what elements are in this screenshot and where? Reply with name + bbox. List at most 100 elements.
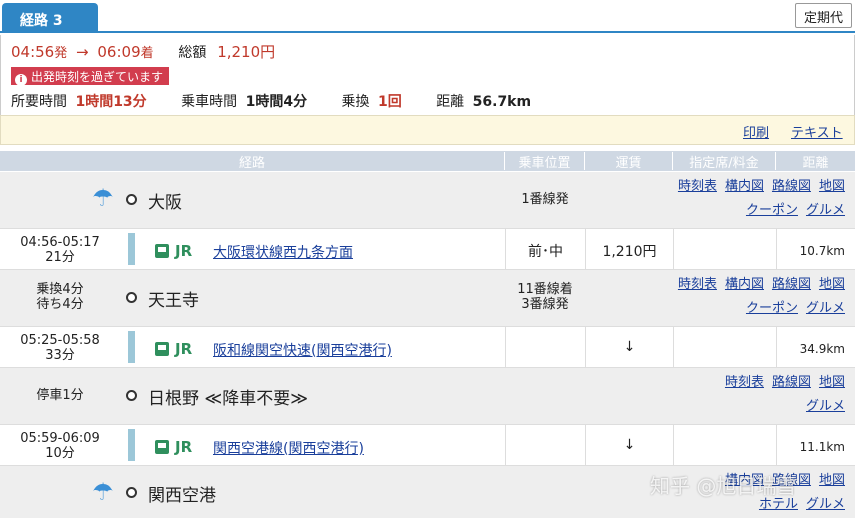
text-link[interactable]: テキスト (791, 122, 843, 141)
distance-label: 距離 (436, 94, 465, 110)
station-row: 停車1分 日根野 ≪降車不要≫ 時刻表 路線図 地図 グルメ (0, 368, 855, 424)
train-icon (155, 244, 169, 258)
link-gourmet[interactable]: グルメ (806, 399, 845, 414)
reserved-fee (673, 229, 776, 269)
station-name: 天王寺 (148, 291, 199, 311)
watermark: 知乎 @旭日瑞雪 (650, 474, 797, 498)
segment-distance: 34.9km (799, 342, 845, 356)
station-links: 時刻表 構内図 路線図 地図 クーポン グルメ (615, 175, 845, 223)
station-row: ☂ 大阪 1番線発 時刻表 構内図 路線図 地図 クーポン グルメ (0, 172, 855, 228)
station-marker (126, 487, 137, 498)
line-bar (128, 233, 135, 265)
tab-bar: 経路 3 定期代 (0, 0, 855, 33)
station-name: 日根野 ≪降車不要≫ (148, 389, 308, 409)
segment-row: 05:59-06:09 10分 JR 関西空港線(関西空港行) ↓ 11.1km (0, 424, 855, 466)
link-map[interactable]: 地図 (819, 277, 845, 292)
time-summary: 04:56発 → 06:09着 総額 1,210円 (11, 41, 275, 62)
total-label: 総額 (178, 45, 207, 61)
platform-info: 1番線発 (521, 192, 569, 207)
info-icon: i (15, 74, 27, 86)
duration-value: 1時間13分 (75, 94, 147, 110)
segment-time: 04:56-05:17 21分 (0, 235, 120, 265)
umbrella-icon: ☂ (92, 478, 114, 506)
depart-time: 04:56 (11, 43, 55, 61)
depart-suffix: 発 (54, 46, 68, 61)
link-hotel[interactable]: ホテル (759, 497, 798, 512)
transfer-info: 乗換4分 待ち4分 (36, 282, 84, 312)
link-coupon[interactable]: クーポン (746, 301, 798, 316)
link-station-map[interactable]: 構内図 (725, 179, 764, 194)
link-timetable[interactable]: 時刻表 (725, 375, 764, 390)
segment-time-range: 04:56-05:17 (20, 235, 100, 250)
link-route-map[interactable]: 路線図 (772, 179, 811, 194)
link-timetable[interactable]: 時刻表 (678, 179, 717, 194)
station-links: 時刻表 路線図 地図 グルメ (615, 371, 845, 419)
train-icon (155, 342, 169, 356)
station-marker (126, 292, 137, 303)
total-fare: 1,210円 (217, 43, 276, 61)
line-link[interactable]: 阪和線関空快速(関西空港行) (213, 340, 392, 360)
arrive-time: 06:09 (97, 43, 141, 61)
tab-route-3[interactable]: 経路 3 (2, 3, 98, 33)
platform-info: 11番線着 3番線発 (517, 282, 573, 312)
distance-cell: 11.1km (776, 425, 855, 465)
operator-label: JR (175, 438, 193, 456)
segment-fare: ↓ (585, 425, 673, 465)
station-name: 関西空港 (148, 486, 216, 506)
link-map[interactable]: 地図 (819, 179, 845, 194)
line-bar (128, 429, 135, 461)
stop-info: 停車1分 (36, 388, 84, 403)
station-name: 大阪 (148, 193, 182, 213)
link-timetable[interactable]: 時刻表 (678, 277, 717, 292)
segment-duration: 21分 (45, 250, 75, 265)
segment-row: 05:25-05:58 33分 JR 阪和線関空快速(関西空港行) ↓ 34.9k… (0, 326, 855, 368)
operator-label: JR (175, 340, 193, 358)
header-reserved: 指定席/料金 (673, 152, 776, 171)
link-coupon[interactable]: クーポン (746, 203, 798, 218)
operator-label: JR (175, 242, 193, 260)
link-gourmet[interactable]: グルメ (806, 497, 845, 512)
distance-cell: 34.9km (776, 327, 855, 367)
boarding-position (505, 425, 585, 465)
segment-distance: 11.1km (799, 440, 845, 454)
link-station-map[interactable]: 構内図 (725, 277, 764, 292)
transfer-value: 1回 (377, 94, 402, 110)
warning-text: 出発時刻を過ぎています (31, 70, 164, 84)
segment-time: 05:59-06:09 10分 (0, 431, 120, 461)
ride-label: 乗車時間 (181, 94, 238, 110)
distance-value: 56.7km (472, 94, 532, 110)
reserved-fee (673, 425, 776, 465)
header-fare: 運賃 (585, 152, 673, 171)
action-bar: 印刷 テキスト (0, 115, 855, 145)
arrive-suffix: 着 (140, 46, 154, 61)
link-route-map[interactable]: 路線図 (772, 375, 811, 390)
link-map[interactable]: 地図 (819, 473, 845, 488)
segment-distance: 10.7km (799, 244, 845, 258)
segment-time-range: 05:25-05:58 (20, 333, 100, 348)
table-header: 経路 乗車位置 運賃 指定席/料金 距離 (0, 151, 855, 171)
link-route-map[interactable]: 路線図 (772, 277, 811, 292)
link-gourmet[interactable]: グルメ (806, 203, 845, 218)
train-icon (155, 440, 169, 454)
link-gourmet[interactable]: グルメ (806, 301, 845, 316)
distance-cell: 10.7km (776, 229, 855, 269)
line-link[interactable]: 関西空港線(関西空港行) (213, 438, 364, 458)
station-row: 乗換4分 待ち4分 天王寺 11番線着 3番線発 時刻表 構内図 路線図 地図 クーポング… (0, 270, 855, 326)
commuter-pass-button[interactable]: 定期代 (794, 3, 852, 28)
segment-fare: ↓ (585, 327, 673, 367)
segment-time-range: 05:59-06:09 (20, 431, 100, 446)
link-map[interactable]: 地図 (819, 375, 845, 390)
station-marker (126, 390, 137, 401)
line-link[interactable]: 大阪環状線西九条方面 (213, 242, 353, 262)
segment-duration: 10分 (45, 446, 75, 461)
line-bar (128, 331, 135, 363)
header-route: 経路 (0, 152, 505, 171)
station-marker (126, 194, 137, 205)
header-distance: 距離 (802, 156, 829, 171)
boarding-position (505, 327, 585, 367)
segment-fare: 1,210円 (585, 229, 673, 269)
segment-time: 05:25-05:58 33分 (0, 333, 120, 363)
duration-label: 所要時間 (11, 94, 67, 110)
print-link[interactable]: 印刷 (743, 122, 769, 141)
departure-warning: i 出発時刻を過ぎています (11, 67, 170, 86)
